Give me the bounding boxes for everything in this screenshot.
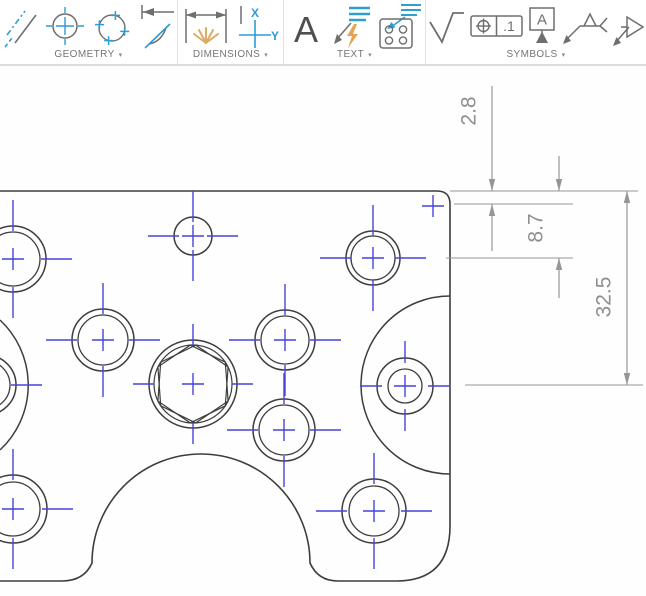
dimensions-dropdown[interactable]: DIMENSIONS ▾ xyxy=(193,49,268,60)
toolbar: GEOMETRY ▾ X Y DIMENSIONS ▾ A TEXT ▾ .1 … xyxy=(0,0,646,66)
datum-identifier-icon[interactable]: A xyxy=(527,4,557,48)
centerline-icon[interactable] xyxy=(0,4,40,48)
text-tool-glyph: A xyxy=(293,9,317,50)
geometry-dropdown[interactable]: GEOMETRY ▾ xyxy=(54,49,122,60)
dimension-label[interactable]: 32.5 xyxy=(593,277,616,318)
ordinate-y-label: Y xyxy=(271,29,279,43)
chevron-down-icon: ▾ xyxy=(561,51,566,59)
app-window: 2.8 8.7 32.5 GEOMETRY ▾ X Y DIMENSIONS ▾… xyxy=(0,0,646,596)
dimension-label[interactable]: 8.7 xyxy=(525,213,548,242)
dimension-arrow[interactable] xyxy=(623,191,631,203)
symbol-tools: .1 A xyxy=(427,3,645,48)
edge-extension-icon[interactable] xyxy=(137,2,177,50)
ordinate-dimension-icon[interactable]: X Y xyxy=(234,2,280,50)
chevron-down-icon: ▾ xyxy=(368,51,373,59)
dimensions-label: DIMENSIONS xyxy=(192,49,261,60)
dimension-arrow[interactable] xyxy=(623,373,631,385)
center-mark-icon[interactable] xyxy=(43,4,87,48)
text-dropdown[interactable]: TEXT ▾ xyxy=(337,49,372,60)
dimension-arrow[interactable] xyxy=(555,179,563,191)
plate-outline[interactable] xyxy=(0,190,451,582)
dimension-tools: X Y xyxy=(181,3,280,48)
dimension-arrow[interactable] xyxy=(488,179,496,191)
datum-letter-label: A xyxy=(537,11,547,28)
symbols-label: SYMBOLS xyxy=(506,49,558,60)
dimension-arrow[interactable] xyxy=(488,204,496,216)
toolbar-group-text: A TEXT ▾ xyxy=(284,0,426,64)
linear-dimension-icon[interactable] xyxy=(181,3,231,49)
geometry-label: GEOMETRY xyxy=(54,49,115,60)
text-label: TEXT xyxy=(336,49,365,60)
weld-symbol-icon[interactable] xyxy=(560,4,608,48)
chevron-down-icon: ▾ xyxy=(118,51,123,59)
hole-inner-circle[interactable] xyxy=(0,361,11,409)
geometry-tools xyxy=(0,2,177,50)
dimension-label[interactable]: 2.8 xyxy=(458,96,481,125)
circular-pattern-center-mark-icon[interactable] xyxy=(90,3,134,49)
feature-control-frame-icon[interactable]: .1 xyxy=(470,4,524,48)
leader-text-icon[interactable] xyxy=(327,3,371,49)
toolbar-group-symbols: .1 A SYMBOLS ▾ xyxy=(426,0,646,64)
dimension-arrow[interactable] xyxy=(555,258,563,270)
fcf-tolerance-label: .1 xyxy=(503,18,515,34)
text-tools: A xyxy=(288,2,422,50)
toolbar-group-dimensions: X Y DIMENSIONS ▾ xyxy=(178,0,284,64)
ordinate-x-label: X xyxy=(251,6,259,20)
table-icon[interactable] xyxy=(374,2,422,50)
symbols-dropdown[interactable]: SYMBOLS ▾ xyxy=(506,49,565,60)
edge-symbol-icon[interactable] xyxy=(611,3,645,49)
drawing-canvas[interactable]: 2.8 8.7 32.5 xyxy=(0,0,646,596)
chevron-down-icon: ▾ xyxy=(264,51,269,59)
surface-texture-icon[interactable] xyxy=(427,4,467,48)
text-icon[interactable]: A xyxy=(288,2,324,50)
toolbar-group-geometry: GEOMETRY ▾ xyxy=(0,0,178,64)
